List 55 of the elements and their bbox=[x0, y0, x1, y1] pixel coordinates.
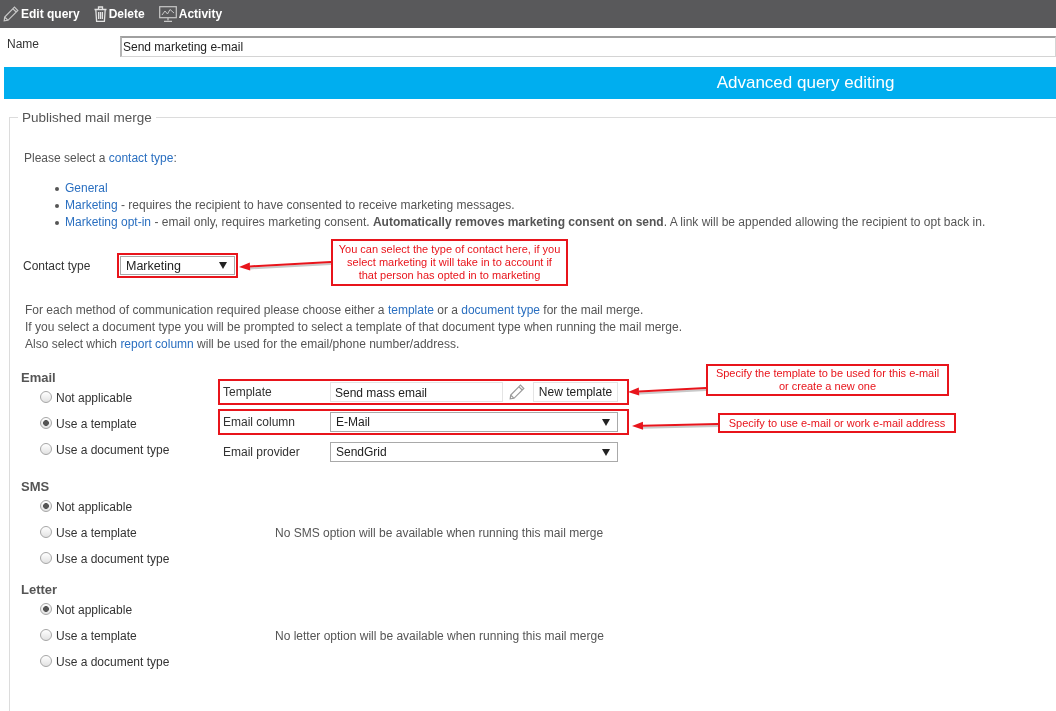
toolbar-button[interactable]: Edit query bbox=[3, 6, 80, 22]
radio-option[interactable]: Use a template bbox=[40, 623, 137, 649]
bullet-icon bbox=[55, 220, 59, 225]
instruction-text: If you select a document type you will be prompted to select a template of that document type when running the mail merge. bbox=[25, 319, 684, 336]
list-item-text: Marketing - requires the recipient to have consented to receive marketing messages. bbox=[65, 197, 515, 214]
trash-icon bbox=[93, 6, 107, 22]
dropdown-select[interactable]: SendGrid bbox=[330, 442, 618, 462]
template-field[interactable]: Send mass email bbox=[330, 382, 503, 402]
bullet-icon bbox=[55, 186, 59, 191]
section-heading: SMS bbox=[21, 479, 50, 494]
field-label: Template bbox=[223, 385, 273, 399]
radio-option[interactable]: Use a template bbox=[40, 520, 137, 546]
instruction-text: Also select which report column will be used for the email/phone number/address. bbox=[25, 336, 461, 353]
text-link[interactable]: General bbox=[65, 181, 108, 195]
section-legend: Published mail merge bbox=[18, 110, 156, 125]
intro-text: Please select a contact type: bbox=[24, 150, 178, 167]
dropdown-caret-icon bbox=[219, 262, 227, 269]
new-template-button[interactable]: New template bbox=[533, 382, 618, 402]
section-heading: Letter bbox=[21, 582, 58, 597]
radio-option[interactable]: Use a document type bbox=[40, 437, 170, 463]
bullet-icon bbox=[55, 203, 59, 208]
radio-option[interactable]: Use a template bbox=[40, 411, 137, 437]
pencil-icon bbox=[3, 6, 19, 22]
instruction-text: For each method of communication required please choose either a template or a document type for the mail merge. bbox=[25, 302, 645, 319]
pencil-icon[interactable] bbox=[509, 384, 525, 400]
radio-option[interactable]: Not applicable bbox=[40, 597, 133, 623]
info-message: No SMS option will be available when running this mail merge bbox=[274, 525, 604, 542]
field-label: Email provider bbox=[223, 445, 301, 459]
list-item-text: Marketing opt-in - email only, requires marketing consent. Automatically removes marketing consent on send. A link will be appended allowing the recipient to opt back in. bbox=[65, 214, 986, 231]
radio-option[interactable]: Not applicable bbox=[40, 385, 133, 411]
radio-option[interactable]: Not applicable bbox=[40, 494, 133, 520]
text-link[interactable]: template bbox=[387, 303, 434, 317]
annotation-callout: Specify to use e-mail or work e-mail address bbox=[718, 413, 956, 433]
chart-monitor-icon bbox=[158, 6, 177, 22]
text-link[interactable]: Marketing bbox=[65, 198, 118, 212]
field-label: Email column bbox=[223, 415, 297, 429]
toolbar-button[interactable]: Delete bbox=[93, 6, 145, 22]
radio-option[interactable]: Use a document type bbox=[40, 649, 170, 675]
field-label: Name bbox=[6, 37, 40, 51]
annotation-callout: You can select the type of contact here, if you select marketing it will take in to account if that person has opted in to marketing bbox=[331, 239, 568, 286]
dropdown-select[interactable]: E-Mail bbox=[330, 412, 618, 432]
name-field[interactable]: Send marketing e-mail bbox=[120, 36, 1056, 57]
section-heading: Email bbox=[21, 370, 56, 385]
contact-type-select[interactable]: Marketing bbox=[120, 256, 235, 275]
dropdown-caret-icon bbox=[602, 448, 610, 456]
dropdown-caret-icon bbox=[602, 418, 610, 426]
info-message: No letter option will be available when running this mail merge bbox=[274, 628, 604, 645]
radio-option[interactable]: Use a document type bbox=[40, 546, 170, 572]
toolbar-button[interactable]: Activity bbox=[158, 6, 223, 22]
annotation-callout: Specify the template to be used for this e-mail or create a new one bbox=[706, 364, 949, 396]
text-link[interactable]: document type bbox=[461, 303, 540, 317]
text-link[interactable]: Marketing opt-in bbox=[65, 215, 152, 229]
banner-title: Advanced query editing bbox=[716, 73, 895, 93]
field-label: Contact type bbox=[23, 258, 92, 273]
text-link[interactable]: report column bbox=[120, 337, 194, 351]
